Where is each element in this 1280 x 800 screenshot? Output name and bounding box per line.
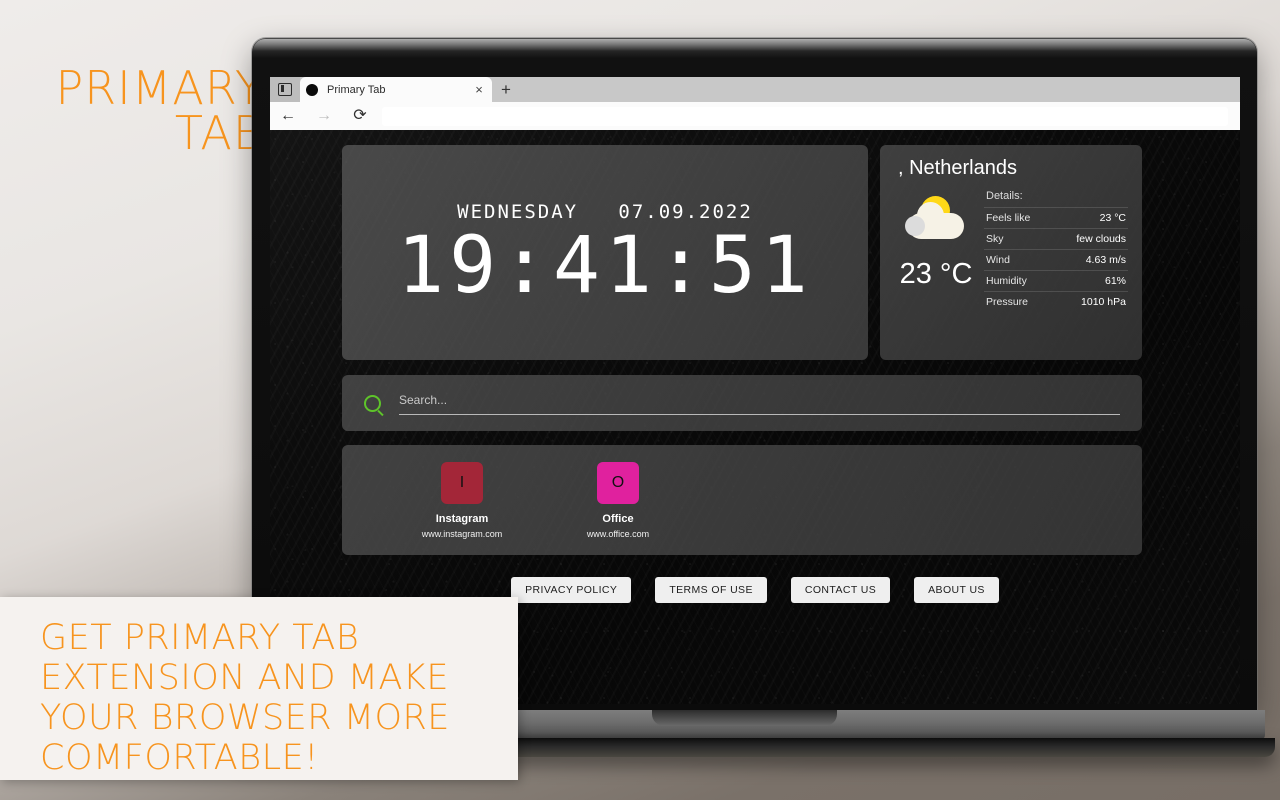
- weather-widget: , Netherlands 23 °C Details: Feels like: [880, 145, 1142, 360]
- weather-row: Feels like 23 °C: [984, 207, 1128, 228]
- bookmark-name: Instagram: [435, 512, 489, 525]
- weather-row-value: 4.63 m/s: [1085, 254, 1126, 266]
- forward-icon: →: [316, 107, 332, 124]
- promo-cta-text: GET PRIMARY TAB EXTENSION AND MAKE YOUR …: [40, 618, 450, 778]
- bookmark-item[interactable]: I Instagram www.instagram.com: [384, 461, 540, 539]
- clock-time: 19:41:51: [397, 220, 813, 311]
- weather-row: Wind 4.63 m/s: [984, 249, 1128, 270]
- promo-headline-line2: TAB: [174, 106, 264, 161]
- weather-row-value: 23 °C: [1099, 212, 1126, 224]
- promo-headline-line1: PRIMARY: [55, 61, 264, 115]
- weather-location: , Netherlands: [898, 157, 1017, 179]
- terms-of-use-button[interactable]: TERMS OF USE: [655, 577, 767, 603]
- tab-favicon-icon: [306, 83, 318, 96]
- bookmarks-widget: I Instagram www.instagram.com O Office w…: [342, 445, 1142, 555]
- tab-list-icon[interactable]: [270, 77, 300, 102]
- weather-row: Sky few clouds: [984, 228, 1128, 249]
- bookmark-url: www.instagram.com: [421, 528, 503, 539]
- weather-row-value: few clouds: [1076, 233, 1126, 245]
- search-placeholder: Search...: [399, 393, 448, 407]
- search-widget[interactable]: Search...: [342, 375, 1142, 431]
- clock-date: WEDNESDAY 07.09.2022: [457, 200, 753, 223]
- new-tab-button[interactable]: +: [492, 77, 520, 102]
- sun-behind-cloud-icon: [904, 196, 968, 246]
- privacy-policy-button[interactable]: PRIVACY POLICY: [511, 577, 632, 603]
- weather-temperature: 23 °C: [899, 258, 973, 290]
- bookmark-tile[interactable]: I: [441, 461, 483, 504]
- browser-tab[interactable]: Primary Tab ×: [300, 77, 492, 102]
- bookmark-item[interactable]: O Office www.office.com: [540, 461, 696, 539]
- back-icon[interactable]: ←: [270, 108, 306, 124]
- search-input[interactable]: Search...: [399, 391, 1120, 415]
- reload-icon[interactable]: ⟳: [342, 108, 378, 124]
- address-bar[interactable]: [382, 106, 1228, 126]
- bookmark-tile[interactable]: O: [597, 461, 639, 504]
- weather-row-key: Feels like: [986, 212, 1031, 224]
- weather-row: Pressure 1010 hPa: [984, 291, 1128, 312]
- weather-details: Details: Feels like 23 °C Sky few clouds…: [978, 188, 1128, 312]
- browser-toolbar: ← → ⟳: [270, 102, 1240, 131]
- promo-headline: PRIMARY TAB: [24, 61, 264, 161]
- weather-details-label: Details:: [986, 190, 1023, 202]
- weather-row: Humidity 61%: [984, 270, 1128, 291]
- weather-row-key: Humidity: [986, 275, 1027, 287]
- about-us-button[interactable]: ABOUT US: [914, 577, 999, 603]
- weather-row-key: Pressure: [986, 296, 1029, 308]
- tab-title: Primary Tab: [327, 83, 386, 96]
- weather-row-value: 61%: [1104, 275, 1126, 287]
- bookmark-url: www.office.com: [586, 528, 650, 539]
- weather-row-key: Sky: [986, 233, 1004, 245]
- weather-row-value: 1010 hPa: [1081, 296, 1126, 308]
- browser-tabstrip: Primary Tab × +: [270, 77, 1240, 102]
- promo-cta-card: GET PRIMARY TAB EXTENSION AND MAKE YOUR …: [0, 597, 518, 780]
- bookmark-name: Office: [602, 512, 634, 525]
- weather-row-key: Wind: [986, 254, 1010, 266]
- contact-us-button[interactable]: CONTACT US: [790, 577, 891, 603]
- search-icon: [364, 394, 381, 412]
- clock-widget: WEDNESDAY 07.09.2022 19:41:51: [342, 145, 868, 360]
- close-icon[interactable]: ×: [472, 83, 486, 96]
